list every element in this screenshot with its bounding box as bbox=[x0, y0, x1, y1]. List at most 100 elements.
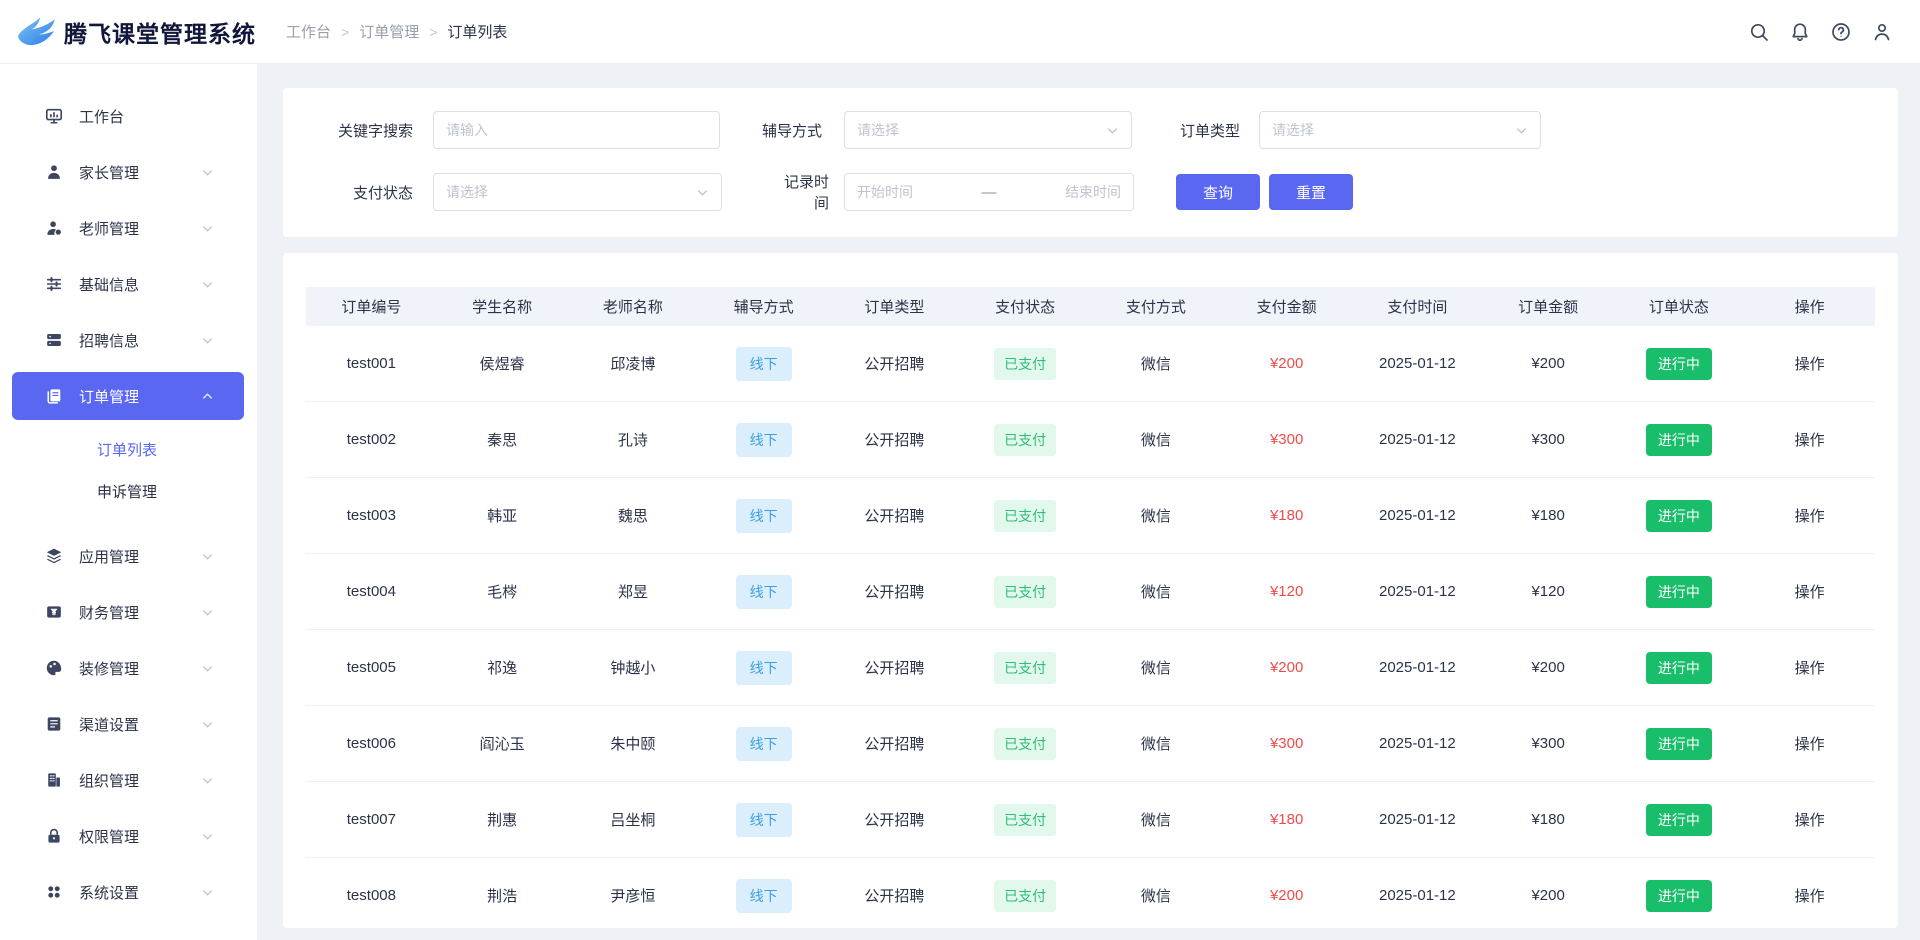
pay-time-cell: 2025-01-12 bbox=[1352, 355, 1483, 372]
filter-panel: 关键字搜索 辅导方式 请选择 订单类型 请选择 支付状 bbox=[283, 88, 1898, 237]
table-row: test004毛梣郑昱线下公开招聘已支付微信¥1202025-01-12¥120… bbox=[306, 554, 1875, 630]
order-no-cell: test007 bbox=[306, 811, 437, 828]
sidebar-item-order-mgmt[interactable]: 订单管理 bbox=[12, 372, 244, 420]
action-button[interactable]: 操作 bbox=[1744, 581, 1875, 602]
chevron-down-icon bbox=[1515, 124, 1528, 137]
pay-status-badge: 已支付 bbox=[994, 728, 1056, 760]
palette-icon bbox=[45, 659, 63, 677]
order-status-badge: 进行中 bbox=[1646, 348, 1712, 380]
order-no-cell: test003 bbox=[306, 507, 437, 524]
table-row: test006阎沁玉朱中颐线下公开招聘已支付微信¥3002025-01-12¥3… bbox=[306, 706, 1875, 782]
chevron-down-icon bbox=[201, 606, 214, 619]
sidebar-item-permission-mgmt[interactable]: 权限管理 bbox=[0, 808, 257, 864]
order-doc-icon bbox=[45, 387, 63, 405]
tutor-mode-badge: 线下 bbox=[736, 879, 792, 913]
tutor-mode-badge: 线下 bbox=[736, 423, 792, 457]
chevron-down-icon bbox=[696, 186, 709, 199]
table-column-header: 订单编号 bbox=[306, 296, 437, 317]
sidebar-item-workbench[interactable]: 工作台 bbox=[0, 88, 257, 144]
user-icon[interactable] bbox=[1870, 20, 1894, 44]
sidebar-item-finance-mgmt[interactable]: 财务管理 bbox=[0, 584, 257, 640]
action-button[interactable]: 操作 bbox=[1744, 353, 1875, 374]
order-table-panel: 订单编号学生名称老师名称辅导方式订单类型支付状态支付方式支付金额支付时间订单金额… bbox=[283, 253, 1898, 928]
pay-method-cell: 微信 bbox=[1091, 657, 1222, 678]
sidebar-subitem-appeal-mgmt[interactable]: 申诉管理 bbox=[0, 470, 257, 512]
sidebar-item-app-mgmt[interactable]: 应用管理 bbox=[0, 528, 257, 584]
breadcrumb-item[interactable]: 工作台 bbox=[286, 21, 331, 42]
sidebar-item-channel-settings[interactable]: 渠道设置 bbox=[0, 696, 257, 752]
start-time-placeholder: 开始时间 bbox=[857, 182, 913, 202]
sidebar-item-teacher-mgmt[interactable]: 老师管理 bbox=[0, 200, 257, 256]
table-cell: 已支付 bbox=[960, 652, 1091, 684]
reset-button[interactable]: 重置 bbox=[1269, 174, 1353, 210]
pay-time-cell: 2025-01-12 bbox=[1352, 811, 1483, 828]
order-type-cell: 公开招聘 bbox=[829, 657, 960, 678]
table-body: test001侯煜睿邱凌博线下公开招聘已支付微信¥2002025-01-12¥2… bbox=[306, 326, 1875, 934]
sliders-icon bbox=[45, 275, 63, 293]
table-cell: 进行中 bbox=[1614, 424, 1745, 456]
pay-method-cell: 微信 bbox=[1091, 429, 1222, 450]
record-time-range-picker[interactable]: 开始时间 — 结束时间 bbox=[844, 173, 1134, 211]
table-cell: 进行中 bbox=[1614, 652, 1745, 684]
table-cell: 已支付 bbox=[960, 576, 1091, 608]
table-row: test003韩亚魏思线下公开招聘已支付微信¥1802025-01-12¥180… bbox=[306, 478, 1875, 554]
keyword-input[interactable] bbox=[433, 111, 720, 149]
page-title: 腾飞课堂管理系统 bbox=[64, 15, 256, 49]
table-cell: 线下 bbox=[698, 651, 829, 685]
table-cell: 线下 bbox=[698, 727, 829, 761]
breadcrumb-separator: > bbox=[429, 24, 437, 40]
table-cell: 已支付 bbox=[960, 424, 1091, 456]
pay-amount-cell: ¥300 bbox=[1221, 735, 1352, 752]
bell-icon[interactable] bbox=[1788, 20, 1812, 44]
search-button[interactable]: 查询 bbox=[1176, 174, 1260, 210]
table-row: test005祁逸钟越小线下公开招聘已支付微信¥2002025-01-12¥20… bbox=[306, 630, 1875, 706]
chevron-down-icon bbox=[1106, 124, 1119, 137]
parent-icon bbox=[45, 163, 63, 181]
table-row: test002秦思孔诗线下公开招聘已支付微信¥3002025-01-12¥300… bbox=[306, 402, 1875, 478]
table-header-row: 订单编号学生名称老师名称辅导方式订单类型支付状态支付方式支付金额支付时间订单金额… bbox=[306, 287, 1875, 326]
sidebar-item-org-mgmt[interactable]: 组织管理 bbox=[0, 752, 257, 808]
teacher-icon bbox=[45, 219, 63, 237]
teacher-name-cell: 尹彦恒 bbox=[568, 885, 699, 906]
teacher-name-cell: 吕坐桐 bbox=[568, 809, 699, 830]
action-button[interactable]: 操作 bbox=[1744, 733, 1875, 754]
order-status-badge: 进行中 bbox=[1646, 424, 1712, 456]
sidebar-item-label: 工作台 bbox=[79, 106, 124, 127]
table-cell: 进行中 bbox=[1614, 500, 1745, 532]
order-type-cell: 公开招聘 bbox=[829, 353, 960, 374]
order-amount-cell: ¥180 bbox=[1483, 507, 1614, 524]
order-amount-cell: ¥300 bbox=[1483, 431, 1614, 448]
sidebar-subitem-order-list[interactable]: 订单列表 bbox=[0, 428, 257, 470]
action-button[interactable]: 操作 bbox=[1744, 657, 1875, 678]
order-type-select[interactable]: 请选择 bbox=[1259, 111, 1541, 149]
pay-status-select[interactable]: 请选择 bbox=[433, 173, 722, 211]
action-button[interactable]: 操作 bbox=[1744, 505, 1875, 526]
pay-status-badge: 已支付 bbox=[994, 424, 1056, 456]
sidebar-item-parent-mgmt[interactable]: 家长管理 bbox=[0, 144, 257, 200]
sidebar-item-recruit-info[interactable]: 招聘信息 bbox=[0, 312, 257, 368]
tutor-mode-select[interactable]: 请选择 bbox=[844, 111, 1132, 149]
sidebar-item-decoration-mgmt[interactable]: 装修管理 bbox=[0, 640, 257, 696]
student-name-cell: 侯煜睿 bbox=[437, 353, 568, 374]
pay-time-cell: 2025-01-12 bbox=[1352, 431, 1483, 448]
layers-icon bbox=[45, 547, 63, 565]
sidebar-item-basic-info[interactable]: 基础信息 bbox=[0, 256, 257, 312]
order-amount-cell: ¥200 bbox=[1483, 659, 1614, 676]
action-button[interactable]: 操作 bbox=[1744, 885, 1875, 906]
pay-amount-cell: ¥200 bbox=[1221, 659, 1352, 676]
pay-amount-cell: ¥120 bbox=[1221, 583, 1352, 600]
sidebar-item-label: 系统设置 bbox=[79, 882, 139, 903]
chevron-down-icon bbox=[201, 662, 214, 675]
pay-amount-cell: ¥200 bbox=[1221, 355, 1352, 372]
table-cell: 线下 bbox=[698, 803, 829, 837]
breadcrumb-item[interactable]: 订单管理 bbox=[359, 21, 419, 42]
pay-method-cell: 微信 bbox=[1091, 809, 1222, 830]
search-icon[interactable] bbox=[1747, 20, 1771, 44]
table-cell: 已支付 bbox=[960, 804, 1091, 836]
action-button[interactable]: 操作 bbox=[1744, 809, 1875, 830]
finance-icon bbox=[45, 603, 63, 621]
action-button[interactable]: 操作 bbox=[1744, 429, 1875, 450]
help-icon[interactable] bbox=[1829, 20, 1853, 44]
sidebar-item-system-settings[interactable]: 系统设置 bbox=[0, 864, 257, 920]
order-status-badge: 进行中 bbox=[1646, 500, 1712, 532]
